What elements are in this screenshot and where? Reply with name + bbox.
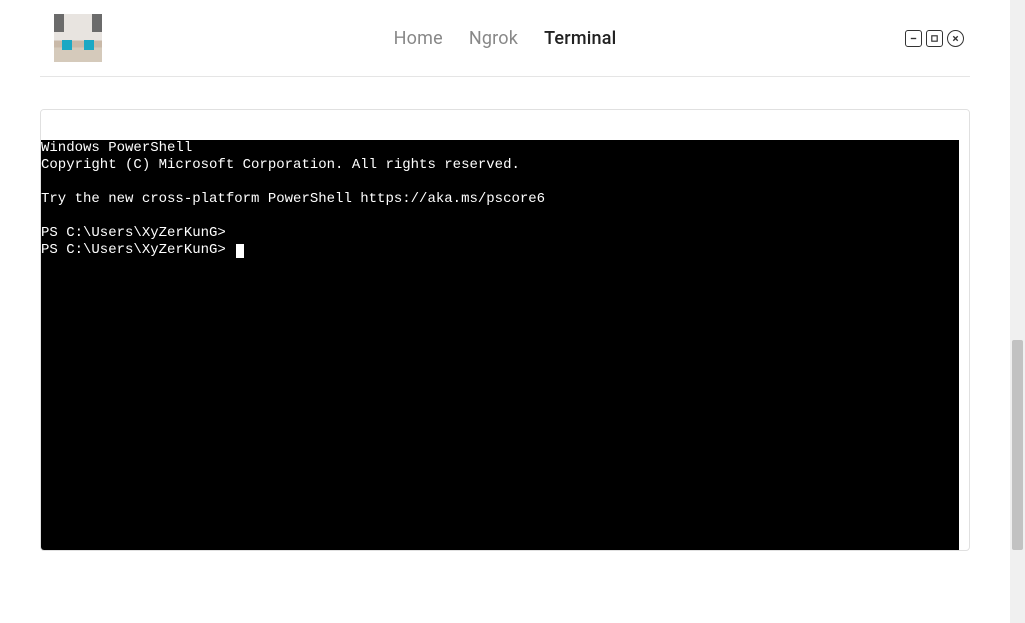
page-scrollbar-thumb[interactable] — [1012, 340, 1023, 550]
main-nav: Home Ngrok Terminal — [394, 28, 617, 49]
minimize-button[interactable] — [905, 30, 922, 47]
terminal-line: Copyright (C) Microsoft Corporation. All… — [41, 157, 520, 173]
maximize-button[interactable] — [926, 30, 943, 47]
page-scrollbar-track[interactable] — [1010, 0, 1025, 623]
terminal-window: Windows PowerShell Copyright (C) Microso… — [40, 109, 970, 551]
logo-avatar[interactable] — [54, 14, 102, 62]
minimize-icon — [909, 34, 918, 43]
terminal-cursor — [236, 244, 244, 258]
terminal-prompt: PS C:\Users\XyZerKunG> — [41, 242, 234, 258]
window-controls — [905, 30, 964, 47]
close-icon — [951, 34, 960, 43]
header: Home Ngrok Terminal — [40, 0, 970, 77]
terminal-titlebar[interactable] — [41, 110, 969, 140]
nav-ngrok[interactable]: Ngrok — [469, 28, 518, 49]
nav-home[interactable]: Home — [394, 28, 443, 49]
terminal-line: PS C:\Users\XyZerKunG> — [41, 225, 226, 241]
maximize-icon — [930, 34, 939, 43]
close-button[interactable] — [947, 30, 964, 47]
terminal-body[interactable]: Windows PowerShell Copyright (C) Microso… — [41, 140, 959, 550]
terminal-line: Try the new cross-platform PowerShell ht… — [41, 191, 545, 207]
terminal-line: Windows PowerShell — [41, 140, 192, 156]
nav-terminal[interactable]: Terminal — [544, 28, 616, 49]
